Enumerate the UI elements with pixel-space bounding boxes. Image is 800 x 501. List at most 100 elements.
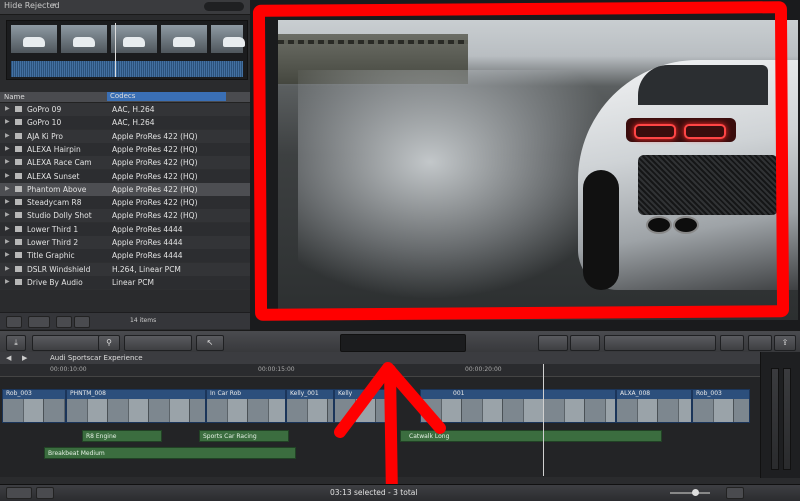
list-item[interactable]: ▶ Phantom Above Apple ProRes 422 (HQ) <box>0 182 250 197</box>
gear-icon[interactable] <box>28 316 50 328</box>
filter-dropdown-icon[interactable]: ▾ <box>52 1 56 9</box>
clip-codec: Linear PCM <box>112 277 154 287</box>
disclosure-triangle-icon[interactable]: ▶ <box>5 278 10 285</box>
filmstrip-thumbnail <box>111 25 157 53</box>
list-item[interactable]: ▶ Lower Third 2 Apple ProRes 4444 <box>0 236 250 250</box>
list-item[interactable]: ▶ Studio Dolly Shot Apple ProRes 422 (HQ) <box>0 209 250 224</box>
list-item[interactable]: ▶ Lower Third 1 Apple ProRes 4444 <box>0 222 250 237</box>
list-item[interactable]: ▶ ALEXA Race Cam Apple ProRes 422 (HQ) <box>0 156 250 171</box>
audio-clip[interactable]: R8 Engine <box>82 430 162 442</box>
import-button[interactable]: ⤓ <box>6 335 26 351</box>
clip-icon <box>15 185 22 192</box>
clip-codec: Apple ProRes 422 (HQ) <box>112 184 198 194</box>
disclosure-triangle-icon[interactable]: ▶ <box>5 118 10 125</box>
filmstrip-thumbnail <box>11 25 57 53</box>
skimmer[interactable] <box>115 23 116 77</box>
list-item[interactable]: ▶ ALEXA Hairpin Apple ProRes 422 (HQ) <box>0 142 250 157</box>
clip-name: ALEXA Sunset <box>27 171 80 181</box>
timeline-playhead[interactable] <box>543 364 544 476</box>
disclosure-triangle-icon[interactable]: ▶ <box>5 145 10 152</box>
red-arrow-annotation <box>334 362 446 500</box>
list-item[interactable]: ▶ DSLR Windshield H.264, Linear PCM <box>0 262 250 277</box>
clip-label: Rob_003 <box>696 390 722 397</box>
list-item[interactable]: ▶ ALEXA Sunset Apple ProRes 422 (HQ) <box>0 169 250 184</box>
select-tool-icon[interactable]: ↖ <box>196 335 224 351</box>
list-item[interactable]: ▶ Drive By Audio Linear PCM <box>0 275 250 290</box>
zoom-slider[interactable] <box>670 492 710 494</box>
key-icon[interactable]: ⚲ <box>98 335 120 351</box>
search-field[interactable] <box>204 2 244 11</box>
disclosure-triangle-icon[interactable]: ▶ <box>5 105 10 112</box>
disclosure-triangle-icon[interactable]: ▶ <box>5 265 10 272</box>
disclosure-triangle-icon[interactable]: ▶ <box>5 238 10 245</box>
disclosure-triangle-icon[interactable]: ▶ <box>5 251 10 258</box>
timeline-clip[interactable]: Rob_003 <box>2 389 66 423</box>
audio-clip[interactable]: Sports Car Racing <box>199 430 289 442</box>
list-item[interactable]: ▶ Title Graphic Apple ProRes 4444 <box>0 249 250 264</box>
list-item[interactable]: ▶ GoPro 10 AAC, H.264 <box>0 116 250 131</box>
disclosure-triangle-icon[interactable]: ▶ <box>5 198 10 205</box>
clip-name: ALEXA Hairpin <box>27 144 81 154</box>
list-item[interactable]: ▶ GoPro 09 AAC, H.264 <box>0 103 250 117</box>
list-item[interactable]: ▶ AJA Ki Pro Apple ProRes 422 (HQ) <box>0 129 250 144</box>
disclosure-triangle-icon[interactable]: ▶ <box>5 211 10 218</box>
audio-waveform <box>11 61 243 77</box>
enhance-button[interactable] <box>538 335 568 351</box>
audio-meter-right <box>783 368 791 470</box>
disclosure-triangle-icon[interactable]: ▶ <box>5 225 10 232</box>
disclosure-triangle-icon[interactable]: ▶ <box>5 132 10 139</box>
clip-icon <box>15 119 22 126</box>
clip-name: Title Graphic <box>27 251 75 261</box>
filter-bar: Hide Rejected ▾ <box>0 0 250 15</box>
column-header-name[interactable]: Name <box>4 93 25 101</box>
disclosure-triangle-icon[interactable]: ▶ <box>5 185 10 192</box>
timeline-clip[interactable]: In Car Rob <box>206 389 286 423</box>
show-hide-button[interactable] <box>6 316 22 328</box>
clip-codec: Apple ProRes 422 (HQ) <box>112 198 198 208</box>
clip-codec: AAC, H.264 <box>112 118 155 128</box>
themes-button[interactable] <box>720 335 744 351</box>
audio-enhance-button[interactable] <box>570 335 600 351</box>
clip-name: Steadycam R8 <box>27 198 82 208</box>
project-title: Audi Sportscar Experience <box>50 354 143 362</box>
clip-icon <box>15 252 22 259</box>
clip-icon <box>15 265 22 272</box>
disclosure-triangle-icon[interactable]: ▶ <box>5 158 10 165</box>
clip-label: In Car Rob <box>210 390 242 397</box>
zoom-slider-knob[interactable] <box>692 489 699 496</box>
forward-icon[interactable]: ▶ <box>22 354 27 362</box>
clip-name: DSLR Windshield <box>27 264 91 274</box>
column-header-codecs[interactable]: Codecs <box>107 92 226 101</box>
media-browser-buttons[interactable] <box>604 335 716 351</box>
disclosure-triangle-icon[interactable]: ▶ <box>5 172 10 179</box>
clip-codec: Apple ProRes 422 (HQ) <box>112 131 198 141</box>
timeline-clip[interactable]: ALXA_008 <box>616 389 692 423</box>
back-icon[interactable]: ◀ <box>6 354 11 362</box>
list-view-icon[interactable] <box>56 316 72 328</box>
clip-icon <box>15 172 22 179</box>
filmstrip-thumbnail <box>161 25 207 53</box>
clip-name: Studio Dolly Shot <box>27 211 92 221</box>
generators-button[interactable] <box>748 335 772 351</box>
share-icon[interactable]: ⇪ <box>774 335 796 351</box>
timeline-clip[interactable]: PHNTM_008 <box>66 389 206 423</box>
clip-label: Kelly_001 <box>290 390 319 397</box>
audio-clip[interactable]: Breakbeat Medium <box>44 447 296 459</box>
clip-icon <box>15 212 22 219</box>
edit-buttons[interactable] <box>124 335 192 351</box>
list-item[interactable]: ▶ Steadycam R8 Apple ProRes 422 (HQ) <box>0 196 250 211</box>
filmstrip-view-icon[interactable] <box>74 316 90 328</box>
timeline-clip[interactable]: Rob_003 <box>692 389 750 423</box>
browser-footer: 14 items <box>0 312 250 329</box>
clip-appearance-icon[interactable] <box>36 487 54 499</box>
filmstrip[interactable] <box>6 20 248 80</box>
skimming-icon[interactable] <box>6 487 32 499</box>
clip-icon <box>15 145 22 152</box>
timecode-display[interactable] <box>340 334 466 352</box>
clip-codec: Apple ProRes 422 (HQ) <box>112 171 198 181</box>
libraries-button[interactable] <box>32 335 100 351</box>
audio-meter-toggle[interactable] <box>726 487 744 499</box>
timeline-clip[interactable]: Kelly_001 <box>286 389 334 423</box>
filmstrip-thumbnail <box>211 25 245 53</box>
clip-name: ALEXA Race Cam <box>27 158 92 168</box>
